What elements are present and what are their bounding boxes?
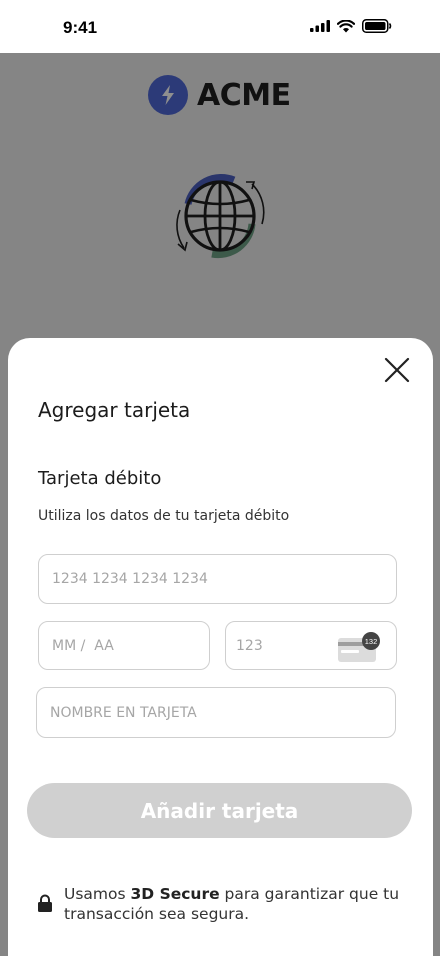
- section-subtitle: Utiliza los datos de tu tarjeta débito: [38, 508, 290, 524]
- bolt-icon: [162, 85, 174, 105]
- globe-icon: [176, 173, 265, 259]
- logo-mark: [148, 75, 188, 115]
- signal-icon: [310, 20, 330, 32]
- wifi-icon: [337, 19, 355, 32]
- brand-logo: ACME: [148, 75, 291, 115]
- add-card-button[interactable]: Añadir tarjeta: [27, 783, 412, 838]
- expiry-placeholder: MM / AA: [52, 637, 114, 654]
- security-notice: Usamos 3D Secure para garantizar que tu …: [38, 884, 408, 924]
- status-icons: [310, 19, 392, 33]
- security-highlight: 3D Secure: [130, 885, 220, 903]
- card-number-placeholder: 1234 1234 1234 1234: [52, 571, 208, 587]
- brand-name: ACME: [197, 77, 291, 113]
- status-bar: 9:41: [0, 0, 440, 53]
- security-text-prefix: Usamos: [64, 885, 131, 903]
- cardholder-name-placeholder: NOMBRE EN TARJETA: [50, 704, 197, 721]
- cvv-input[interactable]: 123 132: [225, 621, 397, 670]
- close-icon[interactable]: [383, 356, 411, 384]
- card-icon-badge: 132: [365, 637, 378, 646]
- security-text: Usamos 3D Secure para garantizar que tu …: [64, 884, 408, 924]
- card-number-input[interactable]: 1234 1234 1234 1234: [38, 554, 397, 604]
- battery-icon: [362, 19, 392, 33]
- sheet-title: Agregar tarjeta: [38, 398, 191, 422]
- lock-icon: [38, 894, 52, 912]
- card-icon: 132: [338, 632, 380, 662]
- cardholder-name-input[interactable]: NOMBRE EN TARJETA: [36, 687, 396, 738]
- expiry-date-input[interactable]: MM / AA: [38, 621, 210, 670]
- cvv-placeholder: 123: [236, 637, 263, 654]
- section-title: Tarjeta débito: [38, 468, 162, 489]
- status-time: 9:41: [63, 18, 98, 37]
